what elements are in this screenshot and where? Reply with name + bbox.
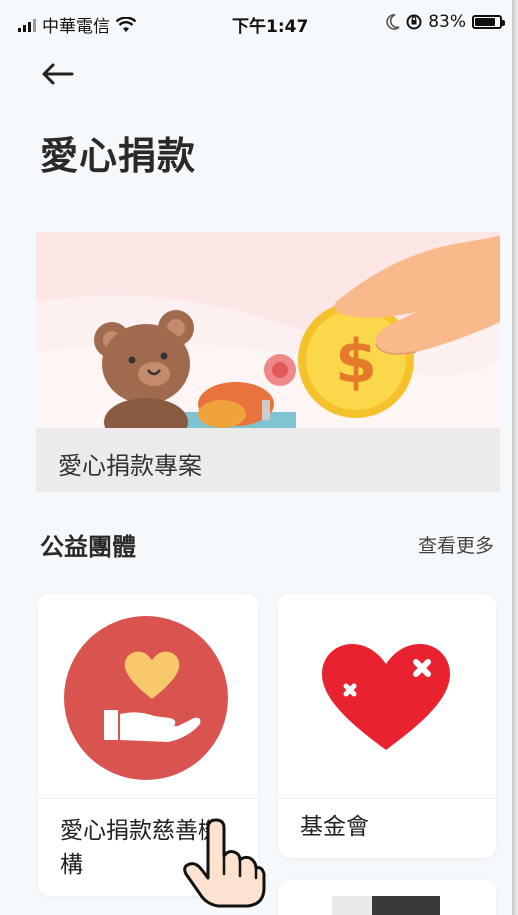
battery-icon [472, 15, 505, 29]
status-time: 下午1:47 [232, 17, 309, 37]
card-divider [38, 798, 258, 799]
page-title: 愛心捐款 [40, 134, 197, 178]
donation-banner[interactable]: $ 愛心捐款專案 [36, 232, 500, 492]
wifi-icon [116, 16, 136, 32]
app-screen: 中華電信 下午1:47 83% 愛心捐款 $ 愛心捐款專案 公益團體 查看更多 … [0, 0, 512, 915]
banner-illustration: $ [36, 232, 500, 432]
banner-label-bar: 愛心捐款專案 [36, 428, 500, 492]
section-title: 公益團體 [40, 533, 136, 561]
arrow-left-icon [42, 63, 74, 85]
coin-icon: $ [298, 302, 414, 418]
moon-icon [386, 14, 400, 30]
pointing-hand-icon [183, 818, 266, 908]
battery-percent: 83% [428, 12, 466, 32]
heart-in-hand-icon [64, 616, 228, 780]
card-label: 基金會 [300, 814, 369, 840]
status-left: 中華電信 [18, 12, 136, 37]
status-bar: 中華電信 下午1:47 83% [0, 0, 512, 44]
frame-edge [512, 0, 518, 915]
back-button[interactable] [40, 58, 74, 92]
banner-label: 愛心捐款專案 [58, 452, 202, 480]
broken-heart-icon [322, 644, 450, 750]
svg-text:$: $ [335, 327, 377, 397]
card-image [278, 594, 496, 798]
rotation-lock-icon [406, 14, 422, 30]
partial-card[interactable] [278, 880, 496, 915]
teddy-bear-icon [94, 310, 194, 432]
foundation-card[interactable]: 基金會 [278, 594, 496, 858]
status-right: 83% [386, 12, 505, 32]
card-image [38, 594, 258, 798]
signal-icon [18, 18, 36, 32]
see-more-link[interactable]: 查看更多 [418, 531, 494, 558]
card-thumbnail [332, 896, 440, 915]
carrier-name: 中華電信 [42, 17, 110, 37]
card-divider [278, 798, 496, 799]
